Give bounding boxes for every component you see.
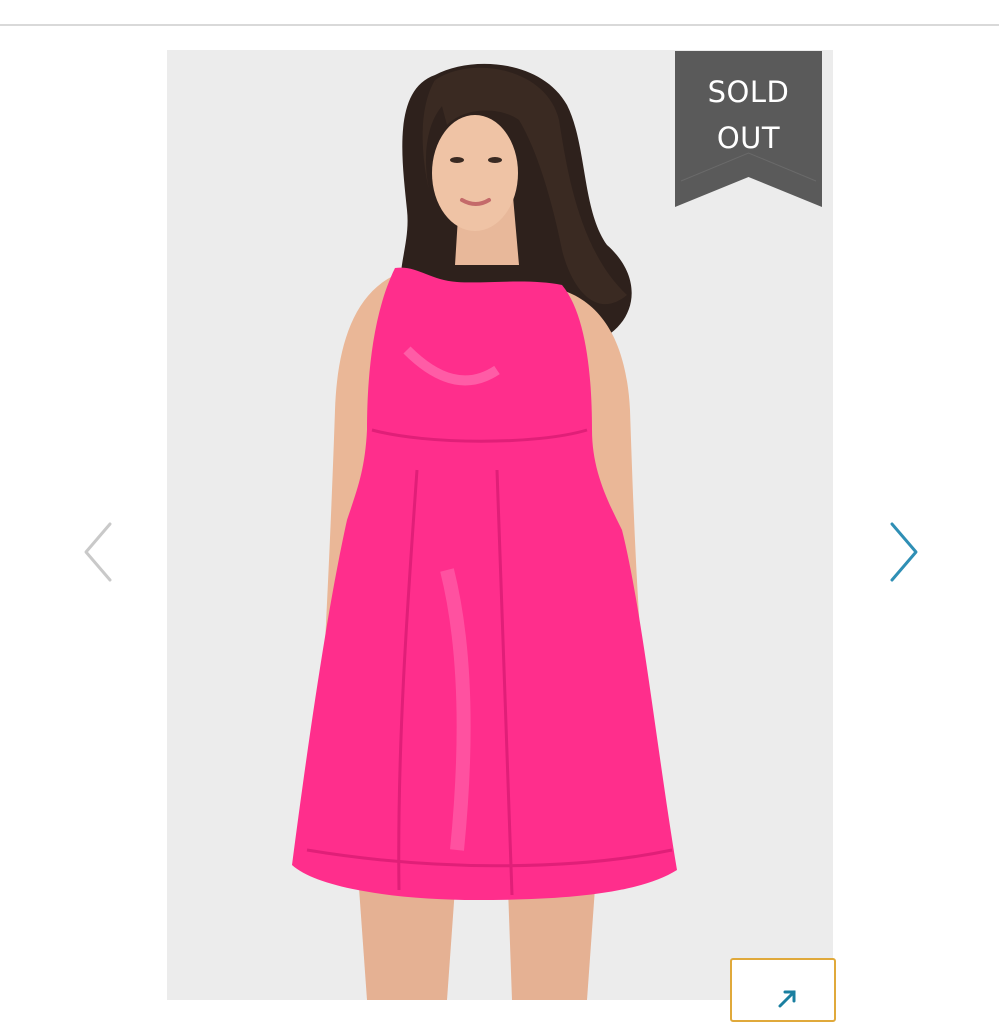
sold-out-badge: SOLD OUT [675, 51, 822, 207]
chevron-right-icon [890, 522, 918, 582]
next-image-button[interactable] [884, 518, 924, 588]
previous-image-button[interactable] [78, 518, 118, 588]
expand-arrow-icon [778, 990, 796, 1008]
sold-out-line-1: SOLD [707, 75, 790, 109]
chevron-left-icon [84, 522, 112, 582]
expand-image-button[interactable] [730, 958, 836, 1022]
sold-out-line-2: OUT [716, 121, 781, 155]
sold-out-label: SOLD OUT [675, 69, 822, 161]
product-gallery: SOLD OUT [0, 0, 999, 1022]
